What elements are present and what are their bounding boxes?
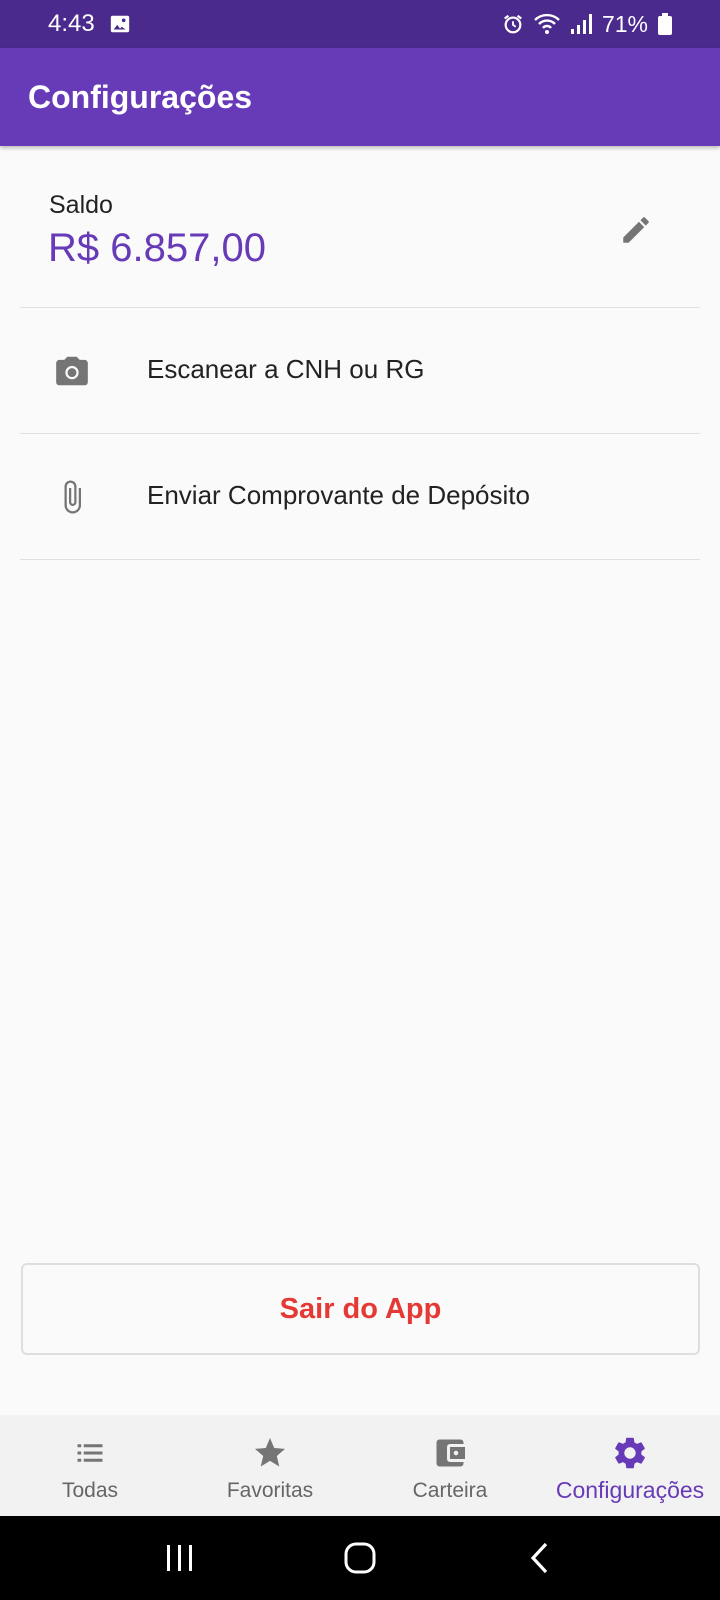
- nav-item-carteira[interactable]: Carteira: [360, 1415, 540, 1516]
- nav-item-configuracoes[interactable]: Configurações: [540, 1415, 720, 1516]
- nav-label-carteira: Carteira: [412, 1479, 488, 1502]
- wallet-icon: [430, 1433, 470, 1473]
- nav-label-todas: Todas: [61, 1479, 119, 1502]
- logout-button[interactable]: Sair do App: [21, 1263, 700, 1355]
- status-right: 71%: [502, 11, 672, 38]
- bottom-navigation: Todas Favoritas Carteira Configurações: [0, 1415, 720, 1516]
- list-icon: [70, 1433, 110, 1473]
- system-navigation-bar: [0, 1516, 720, 1600]
- balance-value: R$ 6.857,00: [48, 226, 266, 270]
- gear-icon: [610, 1433, 650, 1473]
- balance-label: Saldo: [49, 191, 113, 219]
- status-bar: 4:43 71%: [0, 0, 720, 48]
- battery-icon: [658, 13, 672, 35]
- back-button[interactable]: [510, 1528, 570, 1588]
- star-icon: [250, 1433, 290, 1473]
- signal-icon: [570, 13, 592, 35]
- send-deposit-receipt-label: Enviar Comprovante de Depósito: [147, 480, 530, 510]
- home-icon: [344, 1542, 376, 1574]
- edit-balance-button[interactable]: [612, 206, 660, 254]
- balance-row: Saldo R$ 6.857,00: [20, 146, 700, 308]
- battery-percentage: 71%: [601, 10, 648, 37]
- status-left: 4:43: [48, 10, 131, 38]
- camera-icon: [48, 347, 96, 395]
- paperclip-icon: [48, 473, 96, 521]
- pencil-icon: [623, 217, 649, 243]
- alarm-icon: [502, 13, 524, 35]
- nav-label-favoritas: Favoritas: [226, 1479, 314, 1502]
- logout-label: Sair do App: [279, 1292, 442, 1325]
- nav-item-favoritas[interactable]: Favoritas: [180, 1415, 360, 1516]
- home-button[interactable]: [330, 1528, 390, 1588]
- back-icon: [530, 1542, 548, 1574]
- recent-apps-icon: [167, 1545, 192, 1571]
- scan-document-label: Escanear a CNH ou RG: [147, 354, 425, 384]
- app-bar: Configurações: [0, 48, 720, 146]
- recent-apps-button[interactable]: [150, 1528, 210, 1588]
- status-time: 4:43: [48, 10, 95, 37]
- wifi-icon: [534, 13, 560, 35]
- send-deposit-receipt-item[interactable]: Enviar Comprovante de Depósito: [20, 434, 700, 560]
- screen: 4:43 71% Configurações Saldo R$ 6.857,00…: [0, 0, 720, 1600]
- scan-document-item[interactable]: Escanear a CNH ou RG: [20, 308, 700, 434]
- nav-label-configuracoes: Configurações: [555, 1477, 705, 1503]
- page-title: Configurações: [28, 78, 253, 115]
- gallery-icon: [109, 13, 131, 35]
- nav-item-todas[interactable]: Todas: [0, 1415, 180, 1516]
